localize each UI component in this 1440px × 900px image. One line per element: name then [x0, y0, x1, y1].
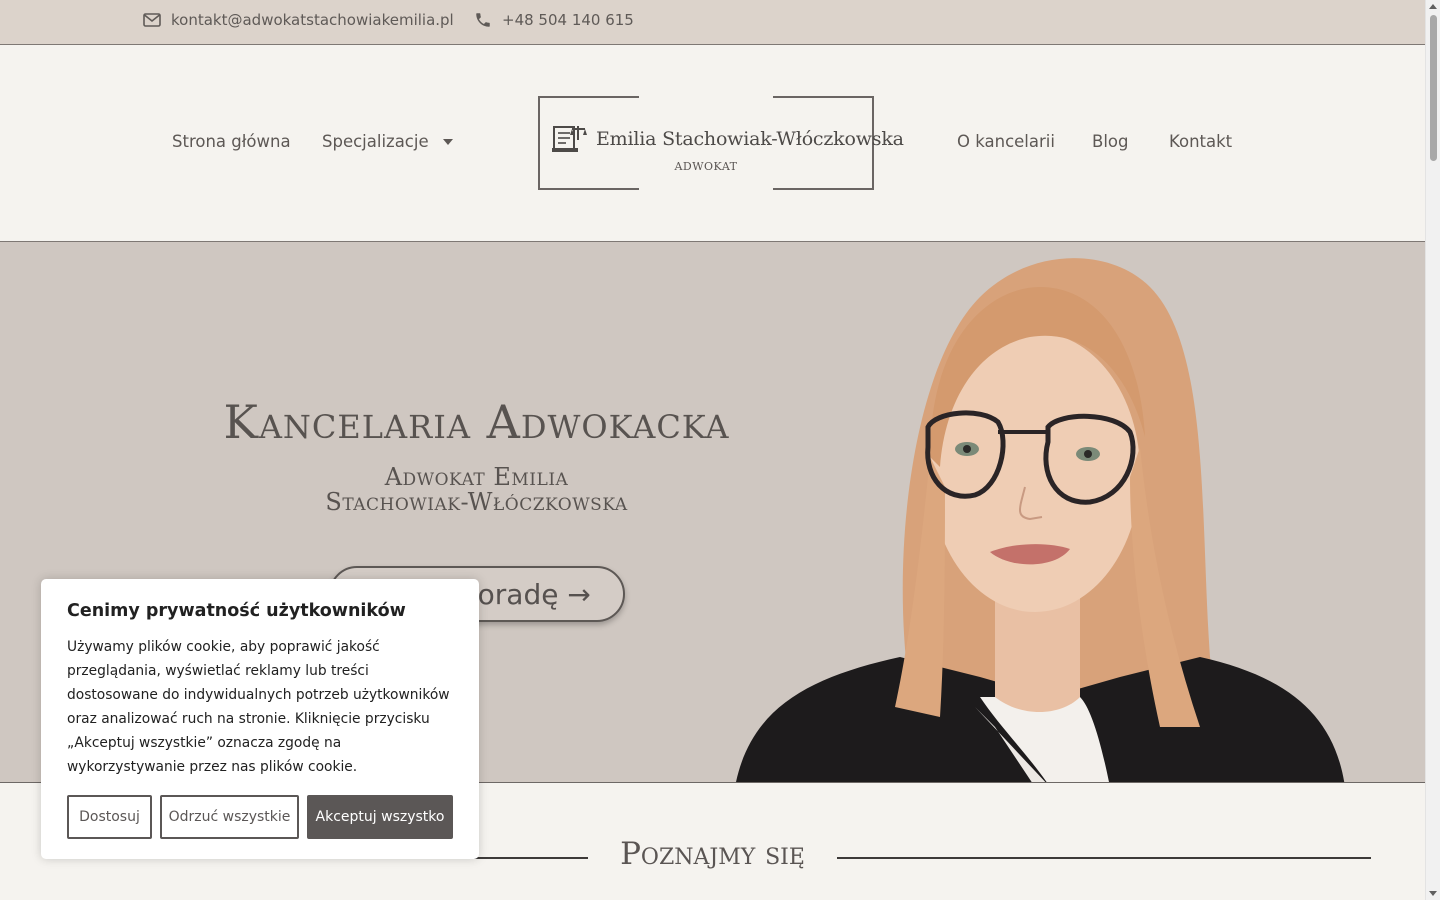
section-title: Poznajmy się	[620, 836, 805, 872]
nav-about[interactable]: O kancelarii	[957, 132, 1055, 151]
phone-icon	[476, 13, 490, 27]
nav-contact-label: Kontakt	[1169, 132, 1233, 151]
accept-all-button[interactable]: Akceptuj wszystko	[307, 795, 453, 839]
reject-all-button[interactable]: Odrzuć wszystkie	[160, 795, 299, 839]
nav-blog[interactable]: Blog	[1092, 132, 1128, 151]
nav-contact[interactable]: Kontakt	[1169, 132, 1232, 151]
cookie-title: Cenimy prywatność użytkowników	[67, 601, 406, 621]
phone-link[interactable]: +48 504 140 615	[474, 11, 634, 29]
logo-title: Emilia Stachowiak-Włóczkowska	[596, 128, 904, 150]
divider-left	[470, 857, 588, 859]
divider-right	[837, 857, 1371, 859]
logo-subtitle: ADWOKAT	[674, 160, 738, 173]
nav-home-label: Strona główna	[172, 132, 291, 151]
site-logo[interactable]: Emilia Stachowiak-Włóczkowska ADWOKAT	[538, 96, 904, 190]
page-scrollbar[interactable]	[1425, 0, 1440, 900]
lawyer-portrait-image	[736, 258, 1345, 782]
envelope-icon	[143, 13, 161, 27]
scrollbar-thumb[interactable]	[1430, 15, 1437, 161]
nav-specializations-label: Specjalizacje	[322, 132, 429, 151]
top-contact-bar: kontakt@adwokatstachowiakemilia.pl +48 5…	[0, 0, 1425, 45]
scroll-up-arrow-icon[interactable]	[1429, 4, 1437, 9]
nav-blog-label: Blog	[1092, 132, 1129, 151]
email-text: kontakt@adwokatstachowiakemilia.pl	[171, 11, 454, 29]
email-link[interactable]: kontakt@adwokatstachowiakemilia.pl	[143, 11, 454, 29]
scroll-down-arrow-icon[interactable]	[1429, 891, 1437, 896]
nav-home[interactable]: Strona główna	[172, 132, 291, 151]
cookie-consent-dialog: Cenimy prywatność użytkowników Używamy p…	[41, 579, 479, 859]
cookie-description: Używamy plików cookie, aby poprawić jako…	[67, 639, 450, 775]
nav-about-label: O kancelarii	[957, 132, 1055, 151]
phone-text: +48 504 140 615	[502, 11, 634, 29]
customize-button[interactable]: Dostosuj	[67, 795, 152, 839]
site-header: Strona główna Specjalizacje Emilia Stach…	[0, 45, 1425, 242]
scales-document-icon	[552, 126, 587, 152]
nav-specializations[interactable]: Specjalizacje	[322, 132, 453, 151]
caret-down-icon	[442, 138, 453, 145]
